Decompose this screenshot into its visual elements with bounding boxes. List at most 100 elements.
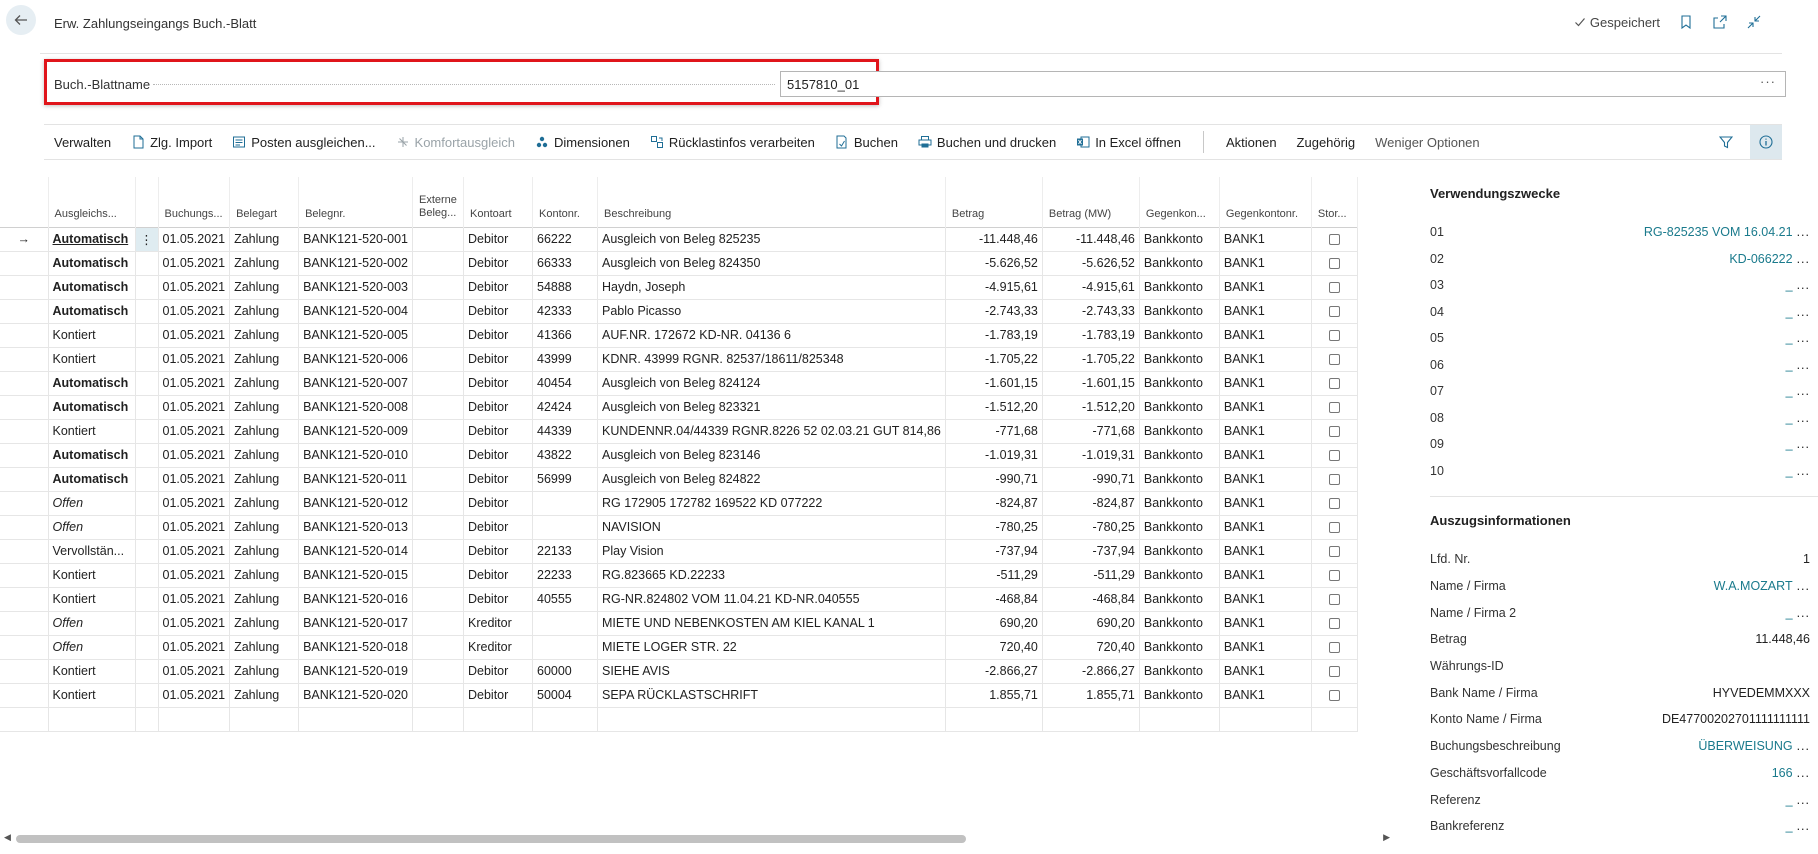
cell-amount-lcy[interactable]: -990,71 bbox=[1042, 467, 1140, 492]
cell-extdoc[interactable] bbox=[412, 635, 464, 660]
purpose-more-button[interactable]: ... bbox=[1797, 305, 1810, 319]
cell-docno[interactable]: BANK121-520-018 bbox=[298, 635, 413, 660]
cell-bal-acctype[interactable]: Bankkonto bbox=[1139, 371, 1220, 396]
cell-accno[interactable]: 41366 bbox=[532, 323, 598, 348]
cell-date[interactable]: 01.05.2021 bbox=[158, 275, 231, 300]
cell-docno[interactable]: BANK121-520-005 bbox=[298, 323, 413, 348]
cell-amount-lcy[interactable]: -1.512,20 bbox=[1042, 395, 1140, 420]
cell-row-menu[interactable] bbox=[135, 323, 159, 348]
cell-date[interactable]: 01.05.2021 bbox=[158, 299, 231, 324]
collapse-icon[interactable] bbox=[1746, 14, 1762, 30]
cell-date[interactable]: 01.05.2021 bbox=[158, 227, 231, 252]
cell-bal-acctype[interactable]: Bankkonto bbox=[1139, 227, 1220, 252]
action-komfortausgleich[interactable]: Komfortausgleich bbox=[386, 125, 525, 159]
cell-accno[interactable]: 56999 bbox=[532, 467, 598, 492]
cell-row-menu[interactable] bbox=[135, 659, 159, 684]
cell-acctype[interactable]: Debitor bbox=[463, 323, 533, 348]
batch-name-input[interactable] bbox=[780, 71, 1786, 97]
cell-empty[interactable] bbox=[298, 707, 413, 732]
purpose-more-button[interactable]: ... bbox=[1797, 278, 1810, 292]
cell-bal-accno[interactable]: BANK1 bbox=[1219, 467, 1312, 492]
cell-bal-acctype[interactable]: Bankkonto bbox=[1139, 467, 1220, 492]
cell-amount-lcy[interactable]: -2.743,33 bbox=[1042, 299, 1140, 324]
cell-doctype[interactable]: Zahlung bbox=[229, 419, 300, 444]
purpose-value[interactable]: _ bbox=[1786, 278, 1793, 292]
cell-accno[interactable]: 44339 bbox=[532, 419, 598, 444]
storno-checkbox[interactable] bbox=[1328, 522, 1340, 534]
statement-value[interactable]: 166 bbox=[1772, 766, 1793, 780]
cell-bal-accno[interactable]: BANK1 bbox=[1219, 395, 1312, 420]
cell-status[interactable]: Automatisch bbox=[48, 227, 136, 252]
cell-row-menu[interactable] bbox=[135, 299, 159, 324]
cell-accno[interactable]: 40555 bbox=[532, 587, 598, 612]
cell-amount[interactable]: -771,68 bbox=[945, 419, 1043, 444]
purpose-value[interactable]: RG-825235 VOM 16.04.21 bbox=[1644, 225, 1793, 239]
cell-acctype[interactable]: Debitor bbox=[463, 539, 533, 564]
cell-row-menu[interactable]: ⋮ bbox=[135, 227, 159, 252]
cell-status[interactable]: Kontiert bbox=[48, 323, 136, 348]
cell-bal-accno[interactable]: BANK1 bbox=[1219, 347, 1312, 372]
storno-checkbox[interactable] bbox=[1328, 234, 1340, 246]
cell-docno[interactable]: BANK121-520-009 bbox=[298, 419, 413, 444]
cell-row-menu[interactable] bbox=[135, 371, 159, 396]
storno-checkbox[interactable] bbox=[1328, 690, 1340, 702]
cell-docno[interactable]: BANK121-520-007 bbox=[298, 371, 413, 396]
cell-docno[interactable]: BANK121-520-011 bbox=[298, 467, 413, 492]
cell-acctype[interactable]: Debitor bbox=[463, 347, 533, 372]
cell-accno[interactable]: 66222 bbox=[532, 227, 598, 252]
cell-acctype[interactable]: Kreditor bbox=[463, 635, 533, 660]
cell-status[interactable]: Automatisch bbox=[48, 251, 136, 276]
cell-row-menu[interactable] bbox=[135, 467, 159, 492]
cell-acctype[interactable]: Debitor bbox=[463, 275, 533, 300]
cell-empty[interactable] bbox=[158, 707, 231, 732]
cell-row-menu[interactable] bbox=[135, 683, 159, 708]
factbox-toggle-button[interactable] bbox=[1750, 125, 1782, 159]
purpose-more-button[interactable]: ... bbox=[1797, 358, 1810, 372]
cell-doctype[interactable]: Zahlung bbox=[229, 515, 300, 540]
cell-docno[interactable]: BANK121-520-004 bbox=[298, 299, 413, 324]
cell-acctype[interactable]: Debitor bbox=[463, 563, 533, 588]
cell-acctype[interactable]: Debitor bbox=[463, 395, 533, 420]
cell-doctype[interactable]: Zahlung bbox=[229, 491, 300, 516]
cell-extdoc[interactable] bbox=[412, 299, 464, 324]
table-row[interactable]: Kontiert 01.05.2021 Zahlung BANK121-520-015… bbox=[0, 563, 1358, 588]
cell-bal-acctype[interactable]: Bankkonto bbox=[1139, 539, 1220, 564]
storno-checkbox[interactable] bbox=[1328, 282, 1340, 294]
cell-status[interactable]: Offen bbox=[48, 611, 136, 636]
cell-row-menu[interactable] bbox=[135, 515, 159, 540]
cell-date[interactable]: 01.05.2021 bbox=[158, 539, 231, 564]
cell-amount[interactable]: -1.512,20 bbox=[945, 395, 1043, 420]
cell-empty[interactable] bbox=[1219, 707, 1312, 732]
cell-docno[interactable]: BANK121-520-001 bbox=[298, 227, 413, 252]
cell-extdoc[interactable] bbox=[412, 515, 464, 540]
cell-bal-accno[interactable]: BANK1 bbox=[1219, 563, 1312, 588]
cell-status[interactable]: Offen bbox=[48, 515, 136, 540]
cell-amount[interactable]: -11.448,46 bbox=[945, 227, 1043, 252]
action-ruecklastinfos[interactable]: Rücklastinfos verarbeiten bbox=[640, 125, 825, 159]
statement-value[interactable]: _ bbox=[1786, 819, 1793, 833]
cell-row-menu[interactable] bbox=[135, 563, 159, 588]
cell-status[interactable]: Automatisch bbox=[48, 443, 136, 468]
cell-description[interactable]: SIEHE AVIS bbox=[597, 659, 946, 684]
cell-accno[interactable]: 54888 bbox=[532, 275, 598, 300]
cell-status[interactable]: Kontiert bbox=[48, 683, 136, 708]
action-in-excel-oeffnen[interactable]: In Excel öffnen bbox=[1066, 125, 1191, 159]
cell-amount-lcy[interactable]: -4.915,61 bbox=[1042, 275, 1140, 300]
cell-extdoc[interactable] bbox=[412, 227, 464, 252]
cell-status[interactable]: Automatisch bbox=[48, 275, 136, 300]
cell-bal-acctype[interactable]: Bankkonto bbox=[1139, 611, 1220, 636]
cell-amount[interactable]: 720,40 bbox=[945, 635, 1043, 660]
action-verwalten[interactable]: Verwalten bbox=[44, 125, 121, 159]
cell-doctype[interactable]: Zahlung bbox=[229, 395, 300, 420]
cell-description[interactable]: Pablo Picasso bbox=[597, 299, 946, 324]
cell-docno[interactable]: BANK121-520-013 bbox=[298, 515, 413, 540]
cell-date[interactable]: 01.05.2021 bbox=[158, 659, 231, 684]
purpose-more-button[interactable]: ... bbox=[1797, 411, 1810, 425]
col-header-amount[interactable]: Betrag bbox=[945, 177, 1043, 227]
cell-description[interactable]: SEPA RÜCKLASTSCHRIFT bbox=[597, 683, 946, 708]
cell-doctype[interactable]: Zahlung bbox=[229, 563, 300, 588]
cell-row-menu[interactable] bbox=[135, 491, 159, 516]
table-row[interactable]: Kontiert 01.05.2021 Zahlung BANK121-520-009… bbox=[0, 419, 1358, 444]
purpose-more-button[interactable]: ... bbox=[1797, 225, 1810, 239]
purpose-value[interactable]: _ bbox=[1786, 384, 1793, 398]
